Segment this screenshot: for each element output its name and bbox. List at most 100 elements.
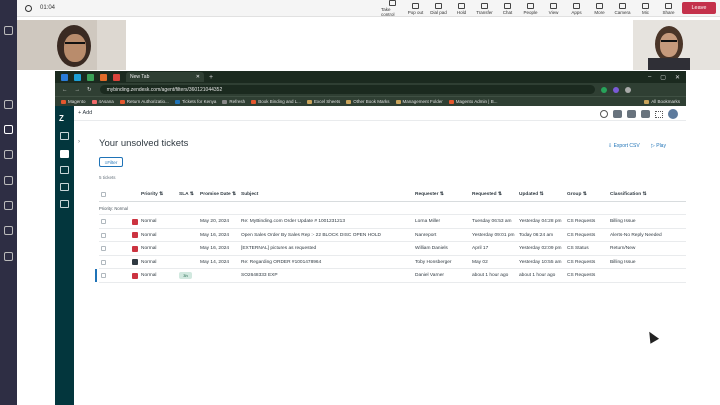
- reporting-icon[interactable]: [60, 183, 69, 191]
- settings-icon[interactable]: [4, 226, 13, 235]
- home-icon[interactable]: [60, 132, 69, 140]
- chat-button[interactable]: Chat: [496, 0, 519, 17]
- home-icon[interactable]: [4, 100, 13, 109]
- minimize-icon[interactable]: –: [648, 74, 651, 81]
- link-icon[interactable]: [4, 252, 13, 261]
- profile-icon[interactable]: [624, 86, 631, 93]
- url-input[interactable]: mybinding.zendesk.com/agent/filters/3601…: [99, 85, 595, 94]
- col-requester[interactable]: Requester ⇅: [415, 192, 444, 197]
- tab-new-tab[interactable]: New Tab ✕: [126, 72, 204, 82]
- bookmark[interactable]: Return Authorizatio...: [119, 99, 169, 104]
- bookmark[interactable]: Magento Admin | B...: [448, 99, 497, 104]
- hold-button[interactable]: Hold: [450, 0, 473, 17]
- notifications-icon[interactable]: [641, 110, 650, 118]
- forward-icon[interactable]: →: [75, 87, 81, 93]
- add-button[interactable]: + Add: [78, 110, 92, 116]
- ticket-subject-link[interactable]: [EXTERNAL] pictures as requested: [241, 246, 316, 251]
- bookmark-folder[interactable]: Other Book Marks: [346, 99, 390, 104]
- share-button[interactable]: Share: [657, 0, 680, 17]
- row-checkbox[interactable]: [101, 232, 106, 238]
- all-bookmarks[interactable]: All Bookmarks: [644, 99, 680, 104]
- col-requested[interactable]: Requested ⇅: [472, 192, 502, 197]
- ticket-subject-link[interactable]: SO2648333 EXP: [241, 273, 278, 278]
- table-row[interactable]: Normal May 14, 2024 Re: Regarding ORDER …: [99, 256, 686, 269]
- leave-button[interactable]: Leave: [682, 2, 716, 14]
- zendesk-logo-icon[interactable]: Z: [59, 114, 64, 123]
- transfer-button[interactable]: Transfer: [473, 0, 496, 17]
- mic-button[interactable]: Mic: [634, 0, 657, 17]
- row-checkbox[interactable]: [101, 273, 106, 278]
- bookmark-folder[interactable]: Excel Sheets: [306, 99, 340, 104]
- bookmark[interactable]: Tickets for Kenya: [174, 99, 216, 104]
- col-promise-date[interactable]: Promise Date ⇅: [200, 192, 236, 197]
- expand-views-icon[interactable]: ›: [78, 139, 80, 145]
- row-checkbox[interactable]: [101, 246, 106, 251]
- col-updated[interactable]: Updated ⇅: [519, 192, 544, 197]
- dial-pad-button[interactable]: Dial pad: [427, 0, 450, 17]
- people-icon: [527, 2, 534, 9]
- new-tab-icon[interactable]: +: [209, 74, 213, 81]
- apps-button[interactable]: Apps: [565, 0, 588, 17]
- col-group[interactable]: Group ⇅: [567, 192, 587, 197]
- bookmark[interactable]: Refresh: [222, 99, 245, 104]
- bookmark-folder[interactable]: Management Folder: [395, 99, 443, 104]
- bookmark[interactable]: Book Binding and L...: [251, 99, 301, 104]
- view-button[interactable]: View: [542, 0, 565, 17]
- ticket-subject-link[interactable]: Re: MyBinding.com Order Update # 1001231…: [241, 219, 345, 224]
- table-row[interactable]: Normal May 20, 2024 Re: MyBinding.com Or…: [99, 215, 686, 229]
- customers-icon[interactable]: [60, 166, 69, 174]
- row-focus-indicator: [95, 269, 97, 282]
- tab-favicon[interactable]: [87, 73, 94, 81]
- avatar[interactable]: [668, 109, 678, 119]
- bookmark[interactable]: 4Asana: [91, 99, 114, 104]
- take-control-button[interactable]: Take control: [381, 0, 404, 17]
- views-icon[interactable]: [60, 150, 69, 158]
- play-button[interactable]: ▷ Play: [651, 143, 666, 149]
- contacts-icon[interactable]: [4, 125, 13, 134]
- people-button[interactable]: People: [519, 0, 542, 17]
- back-icon[interactable]: ←: [62, 87, 68, 93]
- extension-icon[interactable]: [600, 86, 607, 93]
- tab-favicon[interactable]: [113, 73, 120, 81]
- table-row[interactable]: Normal May 16, 2024 Open Sales Order By …: [99, 229, 686, 242]
- products-grid-icon[interactable]: [655, 110, 663, 118]
- more-button[interactable]: More: [588, 0, 611, 17]
- tab-favicon[interactable]: [61, 73, 68, 81]
- row-checkbox[interactable]: [101, 219, 106, 224]
- table-row[interactable]: Normal May 16, 2024 [EXTERNAL] pictures …: [99, 242, 686, 256]
- voicemail-icon[interactable]: [4, 201, 13, 210]
- tab-favicon[interactable]: [100, 73, 107, 81]
- col-classification[interactable]: Classification ⇅: [610, 192, 647, 197]
- ticket-subject-link[interactable]: Re: Regarding ORDER #1001478964: [241, 260, 321, 265]
- reload-icon[interactable]: ↻: [87, 87, 92, 93]
- table-row[interactable]: Normal 3h SO2648333 EXP Daniel Varner ab…: [95, 269, 686, 283]
- search-icon[interactable]: [600, 110, 608, 118]
- wall: [97, 20, 126, 70]
- ticket-subject-link[interactable]: Open Sales Order By Sales Rep :- 22 BLOC…: [241, 233, 381, 238]
- activity-icon[interactable]: [4, 26, 13, 35]
- chart-icon[interactable]: [4, 176, 13, 185]
- tab-favicon[interactable]: [74, 73, 81, 81]
- export-csv-button[interactable]: ⇩ Export CSV: [608, 143, 640, 149]
- close-window-icon[interactable]: ✕: [675, 74, 680, 81]
- maximize-icon[interactable]: ▢: [660, 74, 666, 81]
- select-all-checkbox[interactable]: [101, 192, 106, 197]
- bookmark[interactable]: Magento: [61, 99, 86, 104]
- camera-button[interactable]: Camera: [611, 0, 634, 17]
- row-checkbox[interactable]: [101, 259, 106, 265]
- col-subject[interactable]: Subject: [241, 192, 258, 197]
- conversations-icon[interactable]: [613, 110, 622, 118]
- col-sla[interactable]: SLA ⇅: [179, 192, 194, 197]
- close-tab-icon[interactable]: ✕: [196, 74, 200, 80]
- filter-button[interactable]: ≡ Filter: [99, 157, 123, 167]
- extension-icon[interactable]: [612, 86, 619, 93]
- history-icon[interactable]: [4, 150, 13, 159]
- dial-pad-icon: [435, 2, 442, 9]
- admin-gear-icon[interactable]: [60, 200, 69, 208]
- pop-out-button[interactable]: Pop out: [404, 0, 427, 17]
- chat-icon[interactable]: [627, 110, 636, 118]
- address-bar: ← → ↻ mybinding.zendesk.com/agent/filter…: [55, 83, 686, 96]
- tab-bar: New Tab ✕ + – ▢ ✕: [55, 71, 686, 83]
- bookmark-icon: [251, 99, 257, 104]
- col-priority[interactable]: Priority ⇅: [141, 192, 163, 197]
